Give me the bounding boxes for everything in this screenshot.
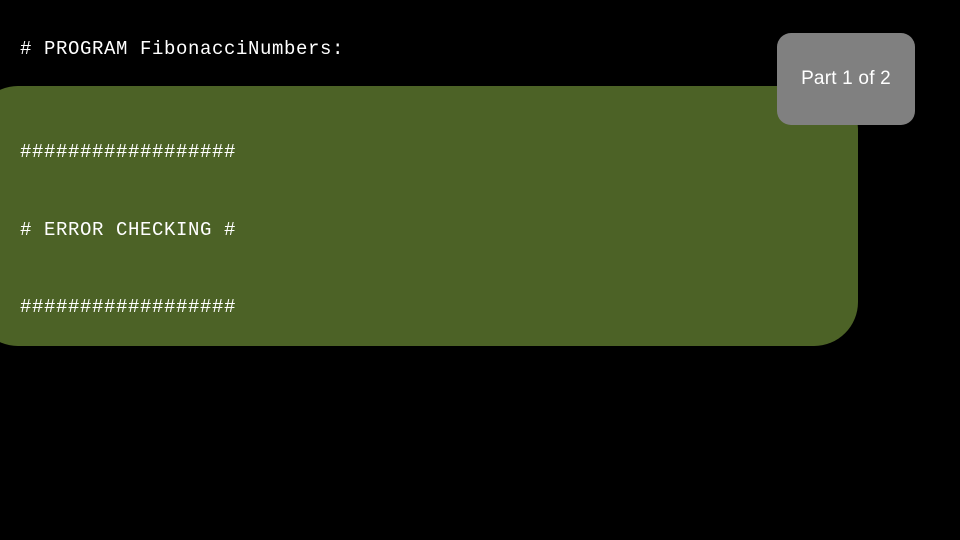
code-line: ################## <box>20 141 237 164</box>
part-indicator-label: Part 1 of 2 <box>801 68 891 89</box>
part-indicator-badge: Part 1 of 2 <box>777 33 915 125</box>
code-panel: ################## # ERROR CHECKING # ##… <box>0 86 858 346</box>
slide-canvas: # PROGRAM FibonacciNumbers: ############… <box>0 0 960 540</box>
code-line: ################## <box>20 295 237 318</box>
code-line: # ERROR CHECKING # <box>20 218 237 241</box>
program-title-line: # PROGRAM FibonacciNumbers: <box>20 38 345 60</box>
code-block: ################## # ERROR CHECKING # ##… <box>20 89 668 346</box>
